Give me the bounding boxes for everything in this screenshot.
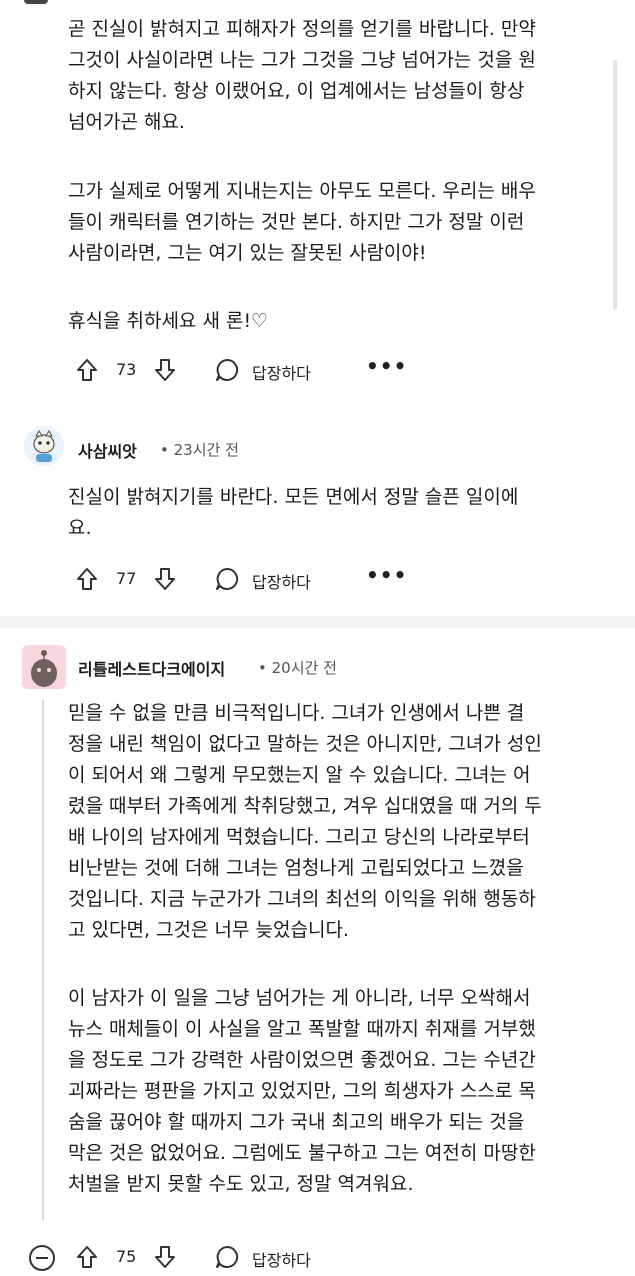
section-divider <box>0 616 635 628</box>
thread-line[interactable] <box>42 700 44 1220</box>
username[interactable]: 사삼씨앗 <box>78 438 137 462</box>
reply-label[interactable]: 답장하다 <box>252 569 311 593</box>
downvote-icon[interactable] <box>152 1243 178 1271</box>
vote-count: 77 <box>116 569 137 588</box>
scrollbar-thumb[interactable] <box>613 60 617 310</box>
comment-3-actions: 75 답장하다 <box>74 1243 394 1271</box>
reply-bubble-icon <box>216 567 239 590</box>
timestamp: • 20시간 전 <box>258 659 337 677</box>
avatar[interactable] <box>24 426 64 466</box>
reply-label[interactable]: 답장하다 <box>252 360 311 384</box>
username[interactable]: 리틀레스트다크에이지 <box>78 656 225 680</box>
avatar[interactable] <box>22 645 66 689</box>
comment-1-paragraph-2: 그가 실제로 어떻게 지내는지는 아무도 모른다. 우리는 배우 들이 캐릭터를… <box>68 180 536 264</box>
reply-bubble-icon <box>216 358 239 381</box>
comment-2-actions: 77 답장하다 ••• <box>74 563 406 593</box>
comment-1-actions: 73 답장하다 ••• <box>74 354 406 384</box>
reply-bubble-icon <box>216 1245 239 1268</box>
vote-count: 75 <box>116 1247 137 1266</box>
comment-3-paragraph-1: 믿을 수 없을 만큼 비극적입니다. 그녀가 인생에서 나쁜 결 정을 내린 책… <box>68 702 542 941</box>
downvote-icon[interactable] <box>152 356 178 384</box>
more-options-icon[interactable]: ••• <box>366 563 407 587</box>
upvote-icon[interactable] <box>74 1243 100 1271</box>
comment-1-paragraph-1: 곧 진실이 밝혀지고 피해자가 정의를 얻기를 바랍니다. 만약 그것이 사실이… <box>68 18 536 133</box>
reply-label[interactable]: 답장하다 <box>252 1247 311 1271</box>
more-options-icon[interactable]: ••• <box>366 354 407 378</box>
collapse-icon[interactable] <box>28 1244 56 1272</box>
comment-3-paragraph-2: 이 남자가 이 일을 그냥 넘어가는 게 아니라, 너무 오싹해서 뉴스 매체들… <box>68 987 536 1195</box>
comment-1-paragraph-3: 휴식을 취하세요 새 론!♡ <box>68 310 269 332</box>
timestamp: • 23시간 전 <box>160 441 239 459</box>
upvote-icon[interactable] <box>74 565 100 593</box>
vote-count: 73 <box>116 360 137 379</box>
downvote-icon[interactable] <box>152 565 178 593</box>
comment-2-text: 진실이 밝혀지기를 바란다. 모든 면에서 정말 슬픈 일이에 요. <box>68 486 519 539</box>
upvote-icon[interactable] <box>74 356 100 384</box>
cropped-avatar <box>24 0 48 4</box>
